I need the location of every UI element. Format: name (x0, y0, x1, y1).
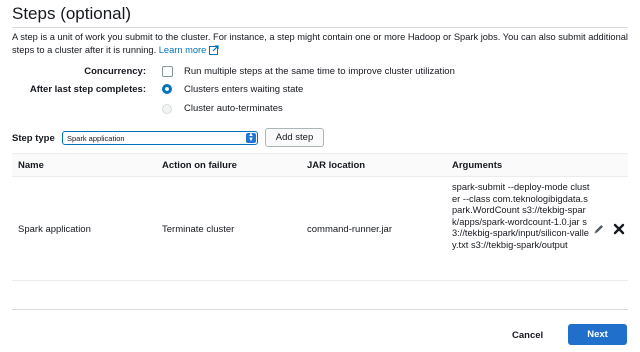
column-header-name: Name (18, 160, 44, 171)
column-header-action-on-failure: Action on failure (162, 160, 237, 171)
add-step-button[interactable]: Add step (265, 128, 324, 147)
title-divider (12, 27, 628, 28)
cancel-button[interactable]: Cancel (512, 330, 543, 341)
learn-more-link[interactable]: Learn more (159, 45, 220, 55)
after-last-step-label: After last step completes: (29, 84, 146, 95)
cell-arguments: spark-submit --deploy-mode cluster --cla… (452, 182, 590, 250)
section-title: Steps (optional) (12, 4, 132, 23)
cell-jar-location: command-runner.jar (307, 224, 393, 235)
step-type-selected-value: Spark application (67, 134, 125, 143)
section-description: A step is a unit of work you submit to t… (12, 31, 628, 56)
next-button[interactable]: Next (568, 324, 627, 345)
pencil-icon[interactable] (593, 223, 605, 235)
step-type-select[interactable]: Spark application ▲ ▼ (62, 131, 258, 145)
description-text: A step is a unit of work you submit to t… (12, 32, 628, 55)
step-type-label: Step type (12, 133, 55, 144)
radio-auto-terminate[interactable] (162, 104, 172, 114)
concurrency-label: Concurrency: (84, 66, 146, 77)
concurrency-checkbox[interactable] (162, 66, 173, 77)
row-divider (12, 280, 628, 281)
cell-name: Spark application (18, 224, 91, 235)
radio-auto-terminate-label[interactable]: Cluster auto-terminates (184, 103, 283, 114)
external-link-icon (209, 44, 219, 55)
radio-waiting-state[interactable] (162, 84, 172, 94)
radio-waiting-state-label[interactable]: Clusters enters waiting state (184, 84, 303, 95)
column-header-arguments: Arguments (452, 160, 503, 171)
select-arrows-icon: ▲ ▼ (246, 132, 256, 143)
footer-divider (12, 309, 628, 310)
concurrency-option-text[interactable]: Run multiple steps at the same time to i… (184, 66, 455, 77)
column-header-jar-location: JAR location (307, 160, 366, 171)
steps-table-header: Name Action on failure JAR location Argu… (12, 153, 628, 177)
cell-action-on-failure: Terminate cluster (162, 224, 235, 235)
delete-icon[interactable] (613, 223, 625, 235)
